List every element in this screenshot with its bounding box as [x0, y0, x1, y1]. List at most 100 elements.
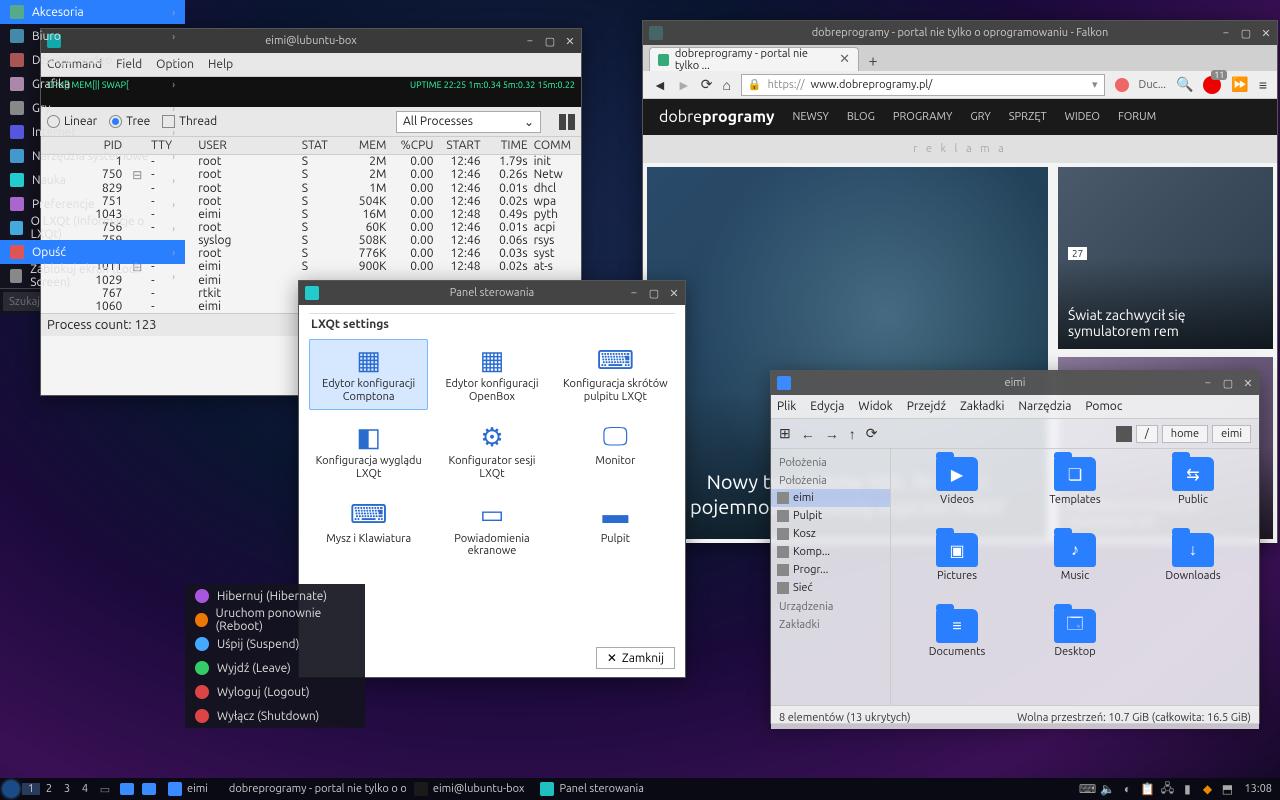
folder-documents[interactable]: ≡Documents: [899, 609, 1015, 683]
path-home[interactable]: home: [1162, 425, 1208, 443]
menu-item[interactable]: Biuro›: [0, 24, 185, 48]
up-button[interactable]: ↑: [849, 426, 856, 442]
battery-icon[interactable]: ▮: [1180, 782, 1194, 796]
submenu-item[interactable]: Hibernuj (Hibernate): [185, 584, 365, 608]
menu-help[interactable]: Pomoc: [1085, 400, 1122, 413]
cpanel-item[interactable]: ▦Edytor konfiguracji Comptona: [309, 339, 428, 410]
folder-downloads[interactable]: ↓Downloads: [1135, 533, 1251, 607]
taskbar-task[interactable]: dobreprogramy - portal nie tylko o o...: [216, 782, 406, 796]
search-icon[interactable]: 🔍: [1176, 76, 1193, 93]
menu-item[interactable]: Preferencje›: [0, 192, 185, 216]
close-button[interactable]: ✕Zamknij: [596, 647, 675, 669]
nav-newsy[interactable]: NEWSY: [793, 111, 829, 123]
submenu-item[interactable]: Wyjdź (Leave): [185, 656, 365, 680]
nav-wideo[interactable]: WIDEO: [1065, 111, 1100, 123]
taskbar-task[interactable]: eimi: [160, 782, 216, 796]
menu-item[interactable]: Akcesoria›: [0, 0, 185, 24]
new-tab-button[interactable]: +: [863, 51, 883, 71]
menu-item[interactable]: Opuść›: [0, 240, 185, 264]
taskbar-task[interactable]: Panel sterowania: [532, 782, 651, 796]
forward-button[interactable]: ►: [677, 77, 691, 93]
menu-item[interactable]: Nauka›: [0, 168, 185, 192]
cpanel-item[interactable]: ◧Konfiguracja wyglądu LXQt: [309, 416, 428, 487]
clock[interactable]: 13:08: [1244, 783, 1272, 795]
tab-active[interactable]: dobreprogramy - portal nie tylko ... ✕: [649, 47, 859, 71]
tab-close-icon[interactable]: ✕: [839, 52, 850, 67]
reload-button[interactable]: ⟳: [866, 425, 878, 442]
sidebar-item-network[interactable]: Sieć: [771, 579, 890, 597]
sidebar-item-programs[interactable]: Progr...: [771, 561, 890, 579]
col-stat[interactable]: STAT: [302, 139, 340, 152]
cpanel-titlebar[interactable]: Panel sterowania − ▢ ✕: [299, 281, 685, 305]
menu-item[interactable]: Dźwięk i wideo›: [0, 48, 185, 72]
new-tab-icon[interactable]: ⊞: [779, 425, 791, 442]
volume-icon[interactable]: 🔈: [1100, 782, 1114, 796]
minimize-button[interactable]: −: [627, 286, 641, 300]
maximize-button[interactable]: ▢: [543, 34, 557, 48]
hamburger-icon[interactable]: ≡: [1259, 77, 1267, 93]
file-manager-launcher[interactable]: [116, 778, 138, 800]
col-user[interactable]: USER: [198, 139, 302, 152]
browser-titlebar[interactable]: dobreprogramy - portal nie tylko o oprog…: [643, 21, 1277, 45]
menu-go[interactable]: Przejdź: [907, 400, 946, 413]
close-button[interactable]: ✕: [667, 286, 681, 300]
home-icon[interactable]: [1116, 426, 1132, 442]
menu-view[interactable]: Widok: [858, 400, 892, 413]
minimize-button[interactable]: −: [1219, 26, 1233, 40]
workspace-1[interactable]: 1: [22, 783, 40, 795]
columns-icon[interactable]: [559, 114, 575, 130]
fm-icon-view[interactable]: ▶Videos❏Templates⇆Public▣Pictures♪Music↓…: [891, 449, 1259, 705]
maximize-button[interactable]: ▢: [647, 286, 661, 300]
cpanel-item[interactable]: ▦Edytor konfiguracji OpenBox: [432, 339, 551, 410]
menu-item[interactable]: Zablokuj ekran (Lock Screen)›: [0, 264, 185, 288]
notification-icon[interactable]: ◐: [1120, 782, 1134, 796]
path-root[interactable]: /: [1136, 425, 1158, 443]
folder-public[interactable]: ⇆Public: [1135, 457, 1251, 531]
fast-forward-icon[interactable]: ⏩: [1231, 76, 1248, 93]
file-manager-launcher-2[interactable]: [138, 778, 160, 800]
show-desktop-icon[interactable]: ▭: [94, 778, 116, 800]
nav-programy[interactable]: PROGRAMY: [893, 111, 953, 123]
path-eimi[interactable]: eimi: [1212, 425, 1251, 443]
cpanel-item[interactable]: ⌨Konfiguracja skrótów pulpitu LXQt: [556, 339, 675, 410]
back-button[interactable]: ←: [801, 426, 815, 442]
network-icon[interactable]: 🖧: [1160, 782, 1174, 796]
minimize-button[interactable]: −: [523, 34, 537, 48]
sidebar-item-trash[interactable]: Kosz: [771, 525, 890, 543]
updates-icon[interactable]: ◆: [1200, 782, 1214, 796]
menu-tools[interactable]: Narzędzia: [1018, 400, 1071, 413]
start-button[interactable]: [0, 778, 22, 800]
menu-edit[interactable]: Edycja: [810, 400, 844, 413]
submenu-item[interactable]: Uśpij (Suspend): [185, 632, 365, 656]
close-button[interactable]: ✕: [1259, 26, 1273, 40]
col-cpu[interactable]: %CPU: [386, 139, 433, 152]
col-time[interactable]: TIME: [481, 139, 528, 152]
col-mem[interactable]: MEM: [339, 139, 386, 152]
menu-item[interactable]: Internet›: [0, 120, 185, 144]
forward-button[interactable]: →: [825, 426, 839, 442]
workspace-4[interactable]: 4: [76, 783, 94, 795]
keyboard-icon[interactable]: ⌨: [1080, 782, 1094, 796]
folder-music[interactable]: ♪Music: [1017, 533, 1133, 607]
submenu-item[interactable]: Uruchom ponownie (Reboot): [185, 608, 365, 632]
cpanel-item[interactable]: ▭Powiadomienia ekranowe: [432, 494, 551, 565]
nav-gry[interactable]: GRY: [970, 111, 990, 123]
home-button[interactable]: ⌂: [722, 77, 730, 93]
duckduckgo-icon[interactable]: [1115, 78, 1129, 92]
process-filter-combo[interactable]: All Processes⌄: [396, 111, 541, 133]
close-button[interactable]: ✕: [563, 34, 577, 48]
reload-button[interactable]: ⟳: [701, 76, 713, 93]
menu-item[interactable]: Grafika›: [0, 72, 185, 96]
maximize-button[interactable]: ▢: [1221, 376, 1235, 390]
folder-videos[interactable]: ▶Videos: [899, 457, 1015, 531]
taskbar-task[interactable]: eimi@lubuntu-box: [406, 782, 533, 796]
folder-desktop[interactable]: 🗔Desktop: [1017, 609, 1133, 683]
side-article-1[interactable]: 27 Świat zachwycił się symulatorem rem: [1058, 167, 1273, 349]
fm-titlebar[interactable]: eimi − ▢ ✕: [771, 371, 1259, 395]
tray-icon[interactable]: ⬒: [1220, 782, 1234, 796]
col-cmd[interactable]: COMM: [528, 139, 575, 152]
submenu-item[interactable]: Wyłącz (Shutdown): [185, 704, 365, 728]
menu-file[interactable]: Plik: [777, 400, 796, 413]
menu-item[interactable]: O LXQt (Informacje o LXQt)›: [0, 216, 185, 240]
sidebar-item-computer[interactable]: Komp...: [771, 543, 890, 561]
